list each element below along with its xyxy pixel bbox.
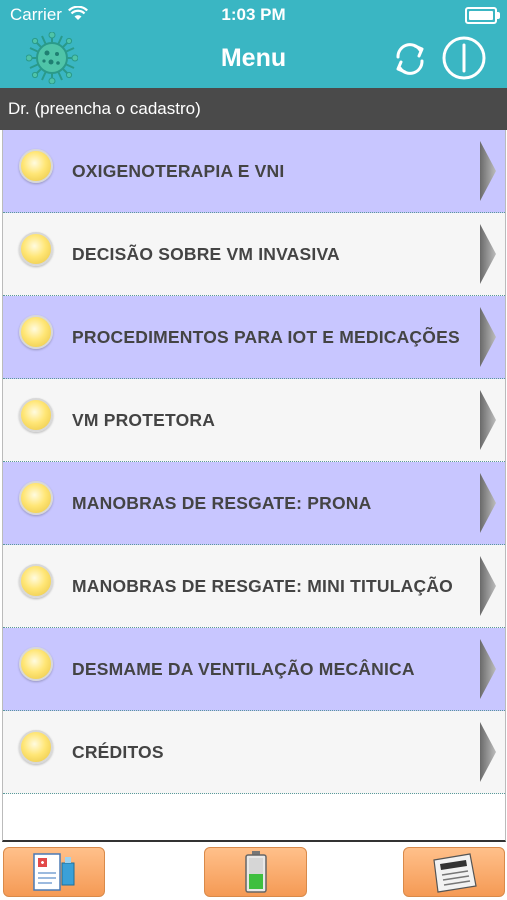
bullet-icon xyxy=(19,730,53,764)
bullet-icon xyxy=(19,398,53,432)
menu-item-label: PROCEDIMENTOS PARA IOT E MEDICAÇÕES xyxy=(72,327,460,347)
medical-chart-icon xyxy=(33,853,75,891)
bullet-icon xyxy=(19,149,53,183)
newspaper-icon xyxy=(433,853,477,893)
bullet-icon xyxy=(19,564,53,598)
battery-button[interactable] xyxy=(204,847,307,897)
bottom-toolbar xyxy=(0,842,507,900)
navigation-bar: Menu xyxy=(0,30,507,88)
menu-item-label: DESMAME DA VENTILAÇÃO MECÂNICA xyxy=(72,659,415,679)
menu-list: OXIGENOTERAPIA E VNI DECISÃO SOBRE VM IN… xyxy=(2,130,506,842)
medical-chart-button[interactable] xyxy=(3,847,105,897)
menu-item-label: MANOBRAS DE RESGATE: PRONA xyxy=(72,493,372,513)
menu-item-label: DECISÃO SOBRE VM INVASIVA xyxy=(72,244,340,264)
menu-item[interactable]: CRÉDITOS xyxy=(3,711,505,794)
bullet-icon xyxy=(19,315,53,349)
battery-status-icon xyxy=(465,7,500,24)
status-time: 1:03 PM xyxy=(221,5,286,24)
chevron-right-icon xyxy=(480,224,496,284)
bullet-icon xyxy=(19,481,53,515)
bullet-icon xyxy=(19,232,53,266)
menu-item[interactable]: MANOBRAS DE RESGATE: PRONA xyxy=(3,462,505,545)
chevron-right-icon xyxy=(480,556,496,616)
chevron-right-icon xyxy=(480,141,496,201)
refresh-icon[interactable] xyxy=(390,39,430,79)
menu-item-label: MANOBRAS DE RESGATE: MINI TITULAÇÃO xyxy=(72,576,453,596)
bullet-icon xyxy=(19,647,53,681)
chevron-right-icon xyxy=(480,722,496,782)
menu-item[interactable]: DECISÃO SOBRE VM INVASIVA xyxy=(3,213,505,296)
chevron-right-icon xyxy=(480,390,496,450)
menu-item-label: VM PROTETORA xyxy=(72,410,216,430)
battery-icon xyxy=(244,851,267,893)
menu-item[interactable]: DESMAME DA VENTILAÇÃO MECÂNICA xyxy=(3,628,505,711)
menu-item-label: OXIGENOTERAPIA E VNI xyxy=(72,161,285,181)
menu-item[interactable]: PROCEDIMENTOS PARA IOT E MEDICAÇÕES xyxy=(3,296,505,379)
power-icon[interactable] xyxy=(441,35,487,81)
menu-item[interactable]: MANOBRAS DE RESGATE: MINI TITULAÇÃO xyxy=(3,545,505,628)
news-button[interactable] xyxy=(403,847,505,897)
status-bar: Carrier 1:03 PM xyxy=(0,0,507,30)
menu-item[interactable]: OXIGENOTERAPIA E VNI xyxy=(3,130,505,213)
menu-item[interactable]: VM PROTETORA xyxy=(3,379,505,462)
user-info-bar[interactable]: Dr. (preencha o cadastro) xyxy=(0,88,507,130)
page-title: Menu xyxy=(220,44,287,72)
user-name-label: Dr. (preencha o cadastro) xyxy=(8,99,201,118)
chevron-right-icon xyxy=(480,473,496,533)
menu-item-label: CRÉDITOS xyxy=(72,742,164,762)
chevron-right-icon xyxy=(480,639,496,699)
chevron-right-icon xyxy=(480,307,496,367)
